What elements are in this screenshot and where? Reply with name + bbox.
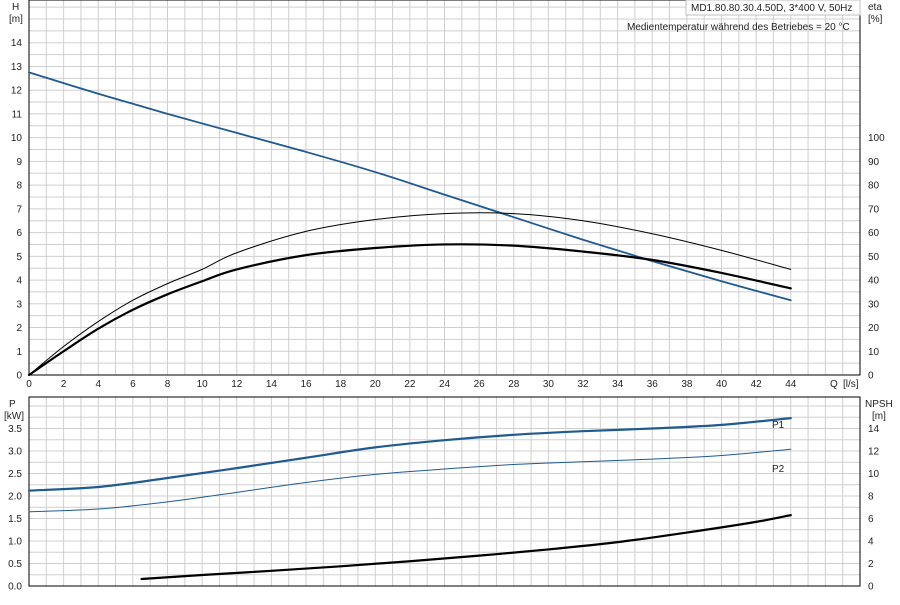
left-axis-tick-label: 4 bbox=[16, 276, 22, 287]
right-axis-tick-label: 100 bbox=[868, 133, 885, 144]
bottom-left-axis-unit: [kW] bbox=[4, 411, 24, 422]
left-axis-tick-label: 2 bbox=[16, 323, 22, 334]
right-axis-tick-label: 0 bbox=[868, 371, 874, 382]
x-axis-tick-label: 18 bbox=[335, 379, 347, 390]
chart-canvas: 0123456789101112131401020304050607080901… bbox=[0, 0, 900, 600]
left-axis-tick-label: 0 bbox=[16, 371, 22, 382]
x-axis-unit: [l/s] bbox=[843, 379, 859, 390]
right-axis-tick-label: 80 bbox=[868, 181, 880, 192]
right-axis-tick-label: 8 bbox=[868, 492, 874, 503]
left-axis-tick-label: 1 bbox=[16, 347, 22, 358]
right-axis-tick-label: 10 bbox=[868, 347, 880, 358]
right-axis-tick-label: 14 bbox=[868, 424, 880, 435]
x-axis-tick-label: 42 bbox=[751, 379, 763, 390]
left-axis-tick-label: 14 bbox=[11, 38, 23, 49]
right-axis-tick-label: 10 bbox=[868, 469, 880, 480]
p1-series-label: P1 bbox=[772, 420, 785, 431]
right-axis-tick-label: 4 bbox=[868, 537, 874, 548]
pump-curve-chart: 0 1 2 3 4 5 6 7 8 9 10 11 12 13 14 0 10 20 30 40 50 60 70 80 90 1… bbox=[0, 0, 900, 600]
left-axis-tick-label: 6 bbox=[16, 228, 22, 239]
left-axis-tick-label: 2.0 bbox=[8, 492, 22, 503]
x-axis-name: Q bbox=[830, 379, 838, 390]
top-left-axis-name: H bbox=[12, 2, 19, 13]
top-right-axis-unit: [%] bbox=[868, 14, 883, 25]
left-axis-tick-label: 3.0 bbox=[8, 447, 22, 458]
left-axis-tick-label: 1.0 bbox=[8, 537, 22, 548]
x-axis-tick-label: 2 bbox=[61, 379, 67, 390]
x-axis-tick-label: 10 bbox=[197, 379, 209, 390]
right-axis-tick-label: 12 bbox=[868, 447, 880, 458]
left-axis-tick-label: 8 bbox=[16, 181, 22, 192]
model-label: MD1.80.80.30.4.50D, 3*400 V, 50Hz bbox=[691, 3, 852, 14]
x-axis-tick-label: 38 bbox=[681, 379, 693, 390]
x-axis-tick-label: 40 bbox=[716, 379, 728, 390]
top-right-axis-name: eta bbox=[868, 2, 882, 13]
left-axis-tick-label: 3 bbox=[16, 299, 22, 310]
x-axis-tick-label: 22 bbox=[404, 379, 416, 390]
left-axis-tick-label: 0.5 bbox=[8, 559, 22, 570]
x-axis-tick-label: 24 bbox=[439, 379, 451, 390]
x-axis-tick-label: 34 bbox=[612, 379, 624, 390]
right-axis-tick-label: 60 bbox=[868, 228, 880, 239]
left-axis-tick-label: 3.5 bbox=[8, 424, 22, 435]
x-axis-tick-label: 16 bbox=[300, 379, 312, 390]
x-axis-tick-label: 12 bbox=[231, 379, 243, 390]
right-axis-tick-label: 6 bbox=[868, 514, 874, 525]
x-axis-tick-label: 14 bbox=[266, 379, 278, 390]
right-axis-tick-label: 40 bbox=[868, 276, 880, 287]
left-axis-tick-label: 7 bbox=[16, 204, 22, 215]
x-axis-tick-label: 6 bbox=[130, 379, 136, 390]
top-left-axis-unit: [m] bbox=[9, 14, 23, 25]
bottom-left-axis-name: P bbox=[9, 399, 16, 410]
right-axis-tick-label: 2 bbox=[868, 559, 874, 570]
right-axis-tick-label: 90 bbox=[868, 157, 880, 168]
right-axis-tick-label: 50 bbox=[868, 252, 880, 263]
right-axis-tick-label: 0 bbox=[868, 582, 874, 593]
x-axis-tick-label: 20 bbox=[370, 379, 382, 390]
p2-series-label: P2 bbox=[772, 464, 785, 475]
x-axis-tick-label: 32 bbox=[577, 379, 589, 390]
x-axis-tick-label: 4 bbox=[95, 379, 101, 390]
bottom-right-axis-unit: [m] bbox=[872, 411, 886, 422]
left-axis-tick-label: 0.0 bbox=[8, 582, 22, 593]
right-axis-tick-label: 20 bbox=[868, 323, 880, 334]
left-axis-tick-label: 13 bbox=[11, 62, 23, 73]
x-axis-tick-label: 44 bbox=[785, 379, 797, 390]
right-axis-tick-label: 70 bbox=[868, 204, 880, 215]
x-axis-tick-label: 8 bbox=[165, 379, 171, 390]
x-axis-tick-label: 36 bbox=[647, 379, 659, 390]
x-axis-tick-label: 0 bbox=[26, 379, 32, 390]
right-axis-tick-label: 30 bbox=[868, 299, 880, 310]
left-axis-tick-label: 9 bbox=[16, 157, 22, 168]
left-axis-tick-label: 2.5 bbox=[8, 469, 22, 480]
x-axis-tick-label: 26 bbox=[474, 379, 486, 390]
left-axis-tick-label: 11 bbox=[12, 109, 23, 120]
x-axis-tick-label: 30 bbox=[543, 379, 555, 390]
left-axis-tick-label: 12 bbox=[11, 86, 23, 97]
left-axis-tick-label: 5 bbox=[16, 252, 22, 263]
left-axis-tick-label: 1.5 bbox=[8, 514, 22, 525]
bottom-right-axis-name: NPSH bbox=[865, 399, 893, 410]
left-axis-tick-label: 10 bbox=[11, 133, 23, 144]
x-axis-tick-label: 28 bbox=[508, 379, 520, 390]
medium-temperature-label: Medientemperatur während des Betriebes =… bbox=[627, 22, 850, 33]
